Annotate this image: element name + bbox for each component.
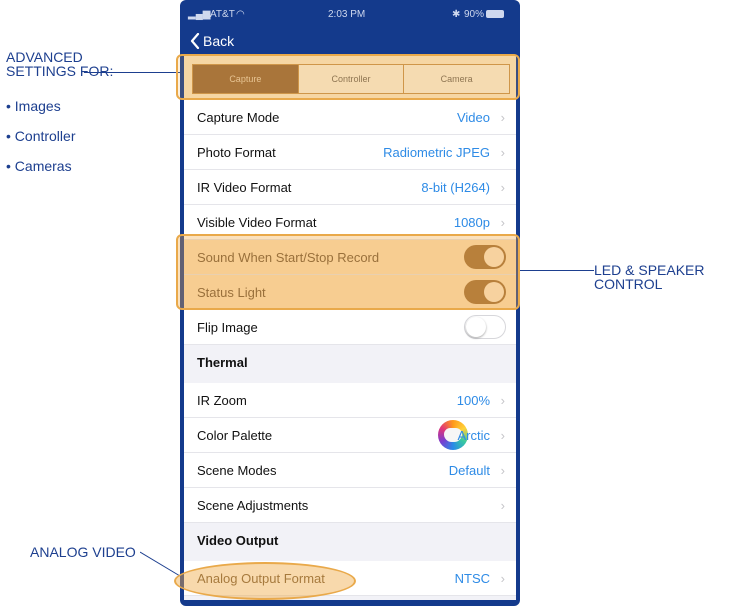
carrier-label: AT&T [210, 9, 235, 20]
signal-icon: ▂▄▆ [188, 9, 211, 20]
section-label: Thermal [197, 355, 248, 370]
callout-advanced-settings: ADVANCED SETTINGS FOR: [6, 50, 113, 78]
row-label: Photo Format [197, 145, 276, 160]
toggle-knob [466, 317, 486, 337]
highlight-led-speaker [176, 234, 520, 310]
wifi-icon: ◠ [236, 9, 245, 20]
chevron-right-icon: › [500, 498, 505, 513]
row-label: Scene Adjustments [197, 498, 309, 513]
highlight-analog-output [174, 562, 356, 600]
nav-bar: Back [180, 26, 520, 54]
chevron-right-icon: › [500, 571, 505, 586]
flip-image-toggle[interactable] [464, 315, 506, 339]
row-ir-video-format[interactable]: IR Video Format 8-bit (H264) › [184, 170, 516, 205]
row-scene-modes[interactable]: Scene Modes Default › [184, 453, 516, 488]
battery-icon [486, 10, 504, 18]
callout-led-connector [520, 270, 594, 271]
row-value: 8-bit (H264) [421, 180, 490, 195]
row-scene-adjustments[interactable]: Scene Adjustments › [184, 488, 516, 523]
section-header-video-output: Video Output [184, 523, 516, 558]
callout-analog-video: ANALOG VIDEO [30, 544, 136, 560]
chevron-right-icon: › [500, 463, 505, 478]
chevron-left-icon [190, 33, 200, 49]
row-value: Video [456, 110, 490, 125]
row-label: Color Palette [197, 428, 273, 443]
back-button[interactable]: Back [190, 33, 234, 49]
row-value: Radiometric JPEG [383, 145, 490, 160]
row-value: NTSC [454, 571, 490, 586]
row-capture-mode[interactable]: Capture Mode Video › [184, 100, 516, 135]
row-label: Visible Video Format [197, 215, 317, 230]
chevron-right-icon: › [500, 428, 505, 443]
row-photo-format[interactable]: Photo Format Radiometric JPEG › [184, 135, 516, 170]
bluetooth-icon: ✱ [452, 9, 461, 20]
row-ir-zoom[interactable]: IR Zoom 100% › [184, 383, 516, 418]
callout-advanced-line1: ADVANCED [6, 49, 83, 65]
chevron-right-icon: › [500, 110, 505, 125]
row-value: Arctic [457, 428, 491, 443]
row-label: Flip Image [197, 320, 258, 335]
clock-label: 2:03 PM [328, 9, 366, 20]
section-label: Video Output [197, 533, 279, 548]
status-bar: ▂▄▆ AT&T ◠ 2:03 PM ✱ 90% [180, 0, 520, 26]
row-label: IR Video Format [197, 180, 292, 195]
row-label: Capture Mode [197, 110, 280, 125]
highlight-tabs [176, 54, 520, 100]
section-header-thermal: Thermal [184, 345, 516, 380]
row-value: 100% [456, 393, 490, 408]
chevron-right-icon: › [500, 393, 505, 408]
row-flip-image: Flip Image [184, 310, 516, 345]
callout-advanced-line2: SETTINGS FOR: [6, 63, 114, 79]
settings-screen: Capture Controller Camera Capture Mode V… [184, 56, 516, 600]
callout-bullet-controller: • Controller [6, 128, 76, 144]
chevron-right-icon: › [500, 215, 505, 230]
row-label: Scene Modes [197, 463, 277, 478]
chevron-right-icon: › [500, 145, 505, 160]
chevron-right-icon: › [500, 180, 505, 195]
row-label: IR Zoom [197, 393, 247, 408]
callout-led-line2: CONTROL [594, 276, 663, 292]
callout-led-speaker: LED & SPEAKER CONTROL [594, 263, 705, 291]
callout-advanced-connector [84, 72, 180, 73]
battery-percent: 90% [464, 9, 485, 20]
back-label: Back [203, 33, 235, 49]
row-value: Default [448, 463, 490, 478]
callout-led-line1: LED & SPEAKER [594, 262, 705, 278]
row-value: 1080p [453, 215, 490, 230]
callout-bullet-images: • Images [6, 98, 61, 114]
callout-bullet-cameras: • Cameras [6, 158, 72, 174]
row-color-palette[interactable]: Color Palette Arctic › [184, 418, 516, 453]
